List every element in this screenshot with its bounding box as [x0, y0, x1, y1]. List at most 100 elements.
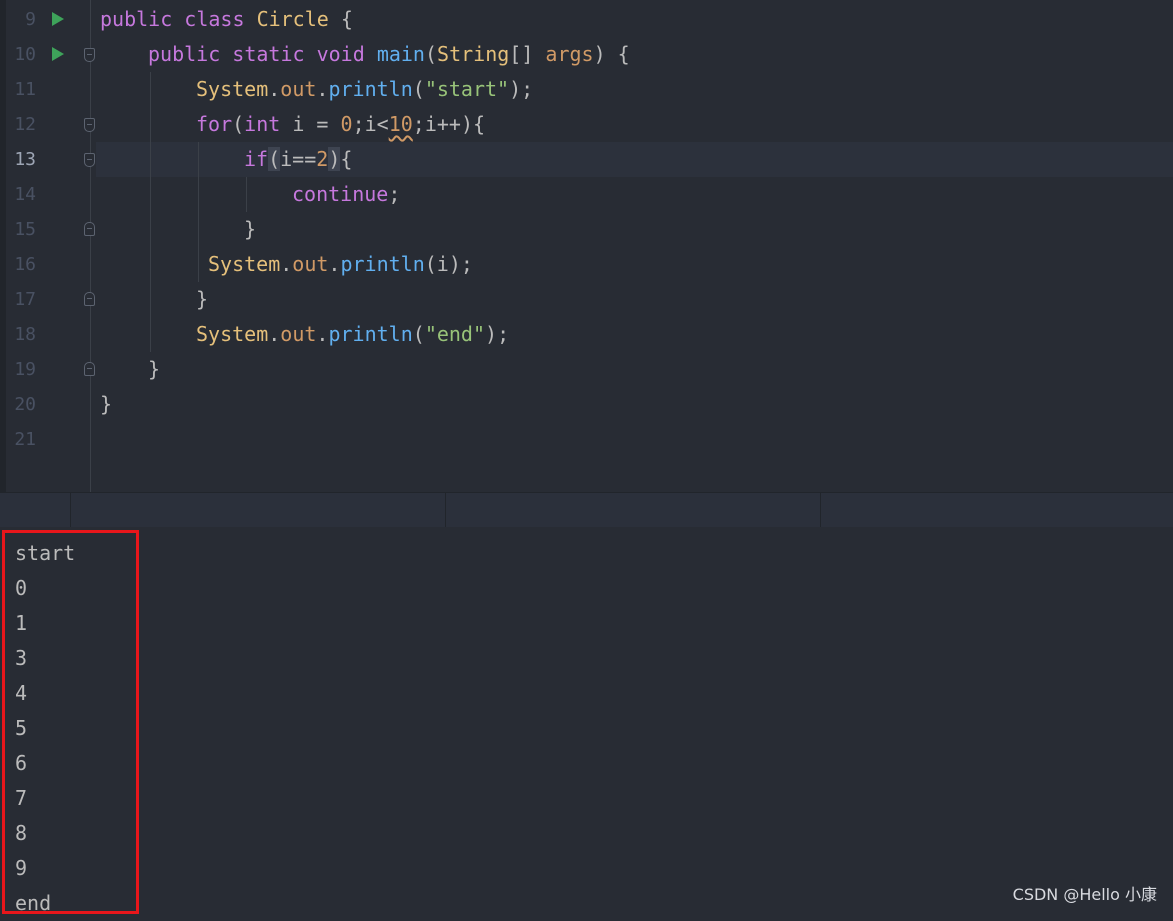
- token-punct: (: [412, 77, 425, 101]
- token-punct: i =: [280, 112, 341, 136]
- line-number-active: 13: [14, 149, 36, 170]
- token-keyword: if: [244, 147, 269, 171]
- fold-end-icon[interactable]: [84, 292, 95, 306]
- code-line-10: public static void main(String[] args) {: [148, 35, 630, 70]
- fold-icon[interactable]: [84, 153, 95, 167]
- token-number-warning: 10: [388, 112, 413, 136]
- token-punct: .: [328, 252, 341, 276]
- indent-guide: [150, 72, 151, 352]
- token-punct: i==: [280, 147, 317, 171]
- run-panel-header[interactable]: [0, 492, 1173, 528]
- code-line-13: if(i==2){: [244, 140, 352, 175]
- token-field: out: [280, 322, 317, 346]
- line-number: 15: [14, 219, 36, 240]
- token-keyword: int: [244, 112, 281, 136]
- indent-guide: [198, 142, 199, 282]
- code-line-15: }: [244, 210, 256, 245]
- token-punct: );: [485, 322, 510, 346]
- code-line-17: }: [196, 280, 208, 315]
- toolbar-separator: [820, 493, 821, 528]
- token-method: println: [340, 252, 425, 276]
- token-punct: ;i++){: [412, 112, 486, 136]
- fold-end-icon[interactable]: [84, 362, 95, 376]
- code-line-16: System.out.println(i);: [208, 245, 473, 280]
- indent-guide: [246, 177, 247, 212]
- line-number: 14: [14, 184, 36, 205]
- code-line-18: System.out.println("end");: [196, 315, 509, 350]
- token-punct: }: [244, 217, 257, 241]
- token-punct: (: [232, 112, 245, 136]
- token-method: println: [328, 77, 413, 101]
- token-number: 2: [316, 147, 329, 171]
- run-console[interactable]: [0, 527, 1173, 915]
- line-number: 10: [14, 44, 36, 65]
- token-punct: }: [196, 287, 209, 311]
- line-number: 20: [14, 394, 36, 415]
- token-class: System: [196, 77, 269, 101]
- output-highlight-box: [2, 530, 139, 914]
- code-line-14: continue;: [292, 175, 400, 210]
- code-area[interactable]: public class Circle { public static void…: [100, 0, 630, 492]
- code-line-9: public class Circle {: [100, 0, 353, 35]
- line-number: 12: [14, 114, 36, 135]
- token-field: out: [292, 252, 329, 276]
- token-keyword: class: [184, 7, 245, 31]
- token-class: System: [208, 252, 281, 276]
- token-punct: (i);: [424, 252, 473, 276]
- token-brace-match: (: [268, 147, 281, 171]
- token-punct: {: [328, 7, 353, 31]
- token-keyword: public: [148, 42, 221, 66]
- line-number: 16: [14, 254, 36, 275]
- token-class-name: Circle: [256, 7, 329, 31]
- token-class: System: [196, 322, 269, 346]
- line-number: 17: [14, 289, 36, 310]
- line-number: 19: [14, 359, 36, 380]
- token-punct: .: [268, 322, 281, 346]
- token-punct: .: [316, 77, 329, 101]
- code-line-19: }: [148, 350, 160, 385]
- code-line-20: }: [100, 385, 112, 420]
- token-punct: {: [340, 147, 353, 171]
- token-punct: []: [509, 42, 546, 66]
- code-line-12: for(int i = 0;i<10;i++){: [196, 105, 485, 140]
- watermark: CSDN @Hello 小康: [1012, 885, 1157, 904]
- token-keyword: void: [316, 42, 365, 66]
- token-punct: }: [100, 392, 113, 416]
- token-punct: .: [280, 252, 293, 276]
- code-line-11: System.out.println("start");: [196, 70, 533, 105]
- token-string: "end": [424, 322, 486, 346]
- toolbar-separator: [70, 493, 71, 528]
- token-type: String: [437, 42, 510, 66]
- token-punct: }: [148, 357, 161, 381]
- line-number: 9: [25, 9, 36, 30]
- token-punct: );: [509, 77, 534, 101]
- fold-icon[interactable]: [84, 118, 95, 132]
- token-keyword: for: [196, 112, 233, 136]
- token-punct: ) {: [593, 42, 630, 66]
- token-number: 0: [340, 112, 353, 136]
- token-method: println: [328, 322, 413, 346]
- token-keyword: public: [100, 7, 173, 31]
- token-punct: .: [268, 77, 281, 101]
- token-punct: ;: [388, 182, 401, 206]
- run-main-icon[interactable]: [52, 47, 64, 61]
- token-punct: ;i<: [352, 112, 389, 136]
- fold-icon[interactable]: [84, 48, 95, 62]
- token-punct: (: [412, 322, 425, 346]
- run-class-icon[interactable]: [52, 12, 64, 26]
- token-param: args: [545, 42, 594, 66]
- token-punct: .: [316, 322, 329, 346]
- gutter-divider: [90, 0, 91, 492]
- token-brace-match: ): [328, 147, 341, 171]
- line-number: 11: [14, 79, 36, 100]
- line-number: 18: [14, 324, 36, 345]
- token-string: "start": [424, 77, 510, 101]
- toolbar-separator: [445, 493, 446, 528]
- token-keyword: static: [232, 42, 305, 66]
- token-field: out: [280, 77, 317, 101]
- code-editor[interactable]: 9 10 11 12 13 14 15 16 17 18 19 20 21 pu…: [0, 0, 1173, 492]
- line-number: 21: [14, 429, 36, 450]
- token-keyword: continue: [292, 182, 389, 206]
- token-method: main: [376, 42, 425, 66]
- fold-end-icon[interactable]: [84, 222, 95, 236]
